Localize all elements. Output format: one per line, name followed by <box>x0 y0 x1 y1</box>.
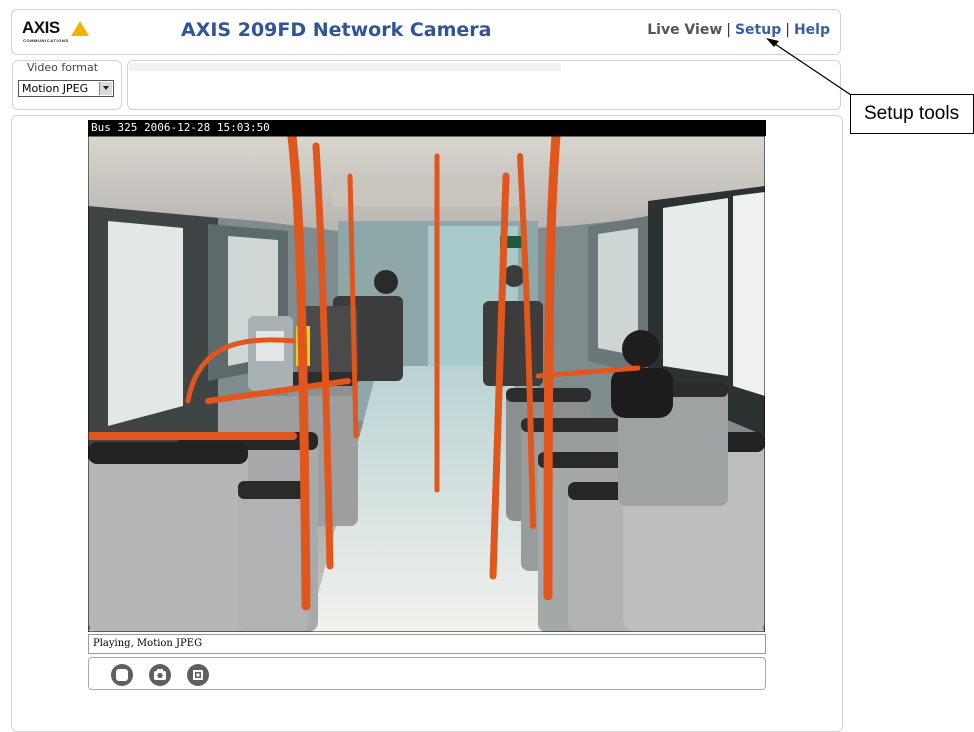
video-format-panel: Video format Motion JPEG <box>12 60 122 110</box>
toolbar-panel <box>127 60 841 110</box>
callout-box: Setup tools <box>850 94 974 134</box>
nav-help[interactable]: Help <box>794 22 830 38</box>
video-format-select[interactable]: Motion JPEG <box>18 80 114 97</box>
toolbar-strip <box>129 63 561 71</box>
bus-interior-picture <box>88 136 765 632</box>
chevron-down-icon[interactable] <box>99 82 112 95</box>
camera-icon <box>154 669 166 680</box>
logo-text: AXIS <box>22 18 60 37</box>
snapshot-button[interactable] <box>149 664 171 686</box>
page-title: AXIS 209FD Network Camera <box>181 19 492 41</box>
header-bar: AXIS COMMUNICATIONS AXIS 209FD Network C… <box>11 9 841 55</box>
status-text: Playing, Motion JPEG <box>93 638 203 649</box>
status-bar: Playing, Motion JPEG <box>88 634 766 654</box>
stop-icon <box>116 669 128 681</box>
nav-separator: | <box>785 22 790 38</box>
player-controls <box>88 657 766 690</box>
fullscreen-button[interactable] <box>187 664 209 686</box>
video-overlay-bar: Bus 325 2006-12-28 15:03:50 <box>88 120 766 136</box>
stop-button[interactable] <box>111 664 133 686</box>
video-overlay-text: Bus 325 2006-12-28 15:03:50 <box>91 121 270 134</box>
axis-logo[interactable]: AXIS COMMUNICATIONS <box>22 18 90 48</box>
logo-subtext: COMMUNICATIONS <box>23 38 69 43</box>
live-video-image[interactable] <box>88 136 765 632</box>
nav-setup[interactable]: Setup <box>735 22 781 38</box>
top-nav: Live View | Setup | Help <box>647 22 830 38</box>
logo-triangle-icon <box>71 21 89 36</box>
video-format-value: Motion JPEG <box>22 82 89 95</box>
nav-separator: | <box>726 22 731 38</box>
nav-live-view[interactable]: Live View <box>647 22 722 38</box>
callout-text: Setup tools <box>864 103 960 124</box>
fullscreen-icon <box>193 670 203 680</box>
video-format-label: Video format <box>27 61 99 74</box>
